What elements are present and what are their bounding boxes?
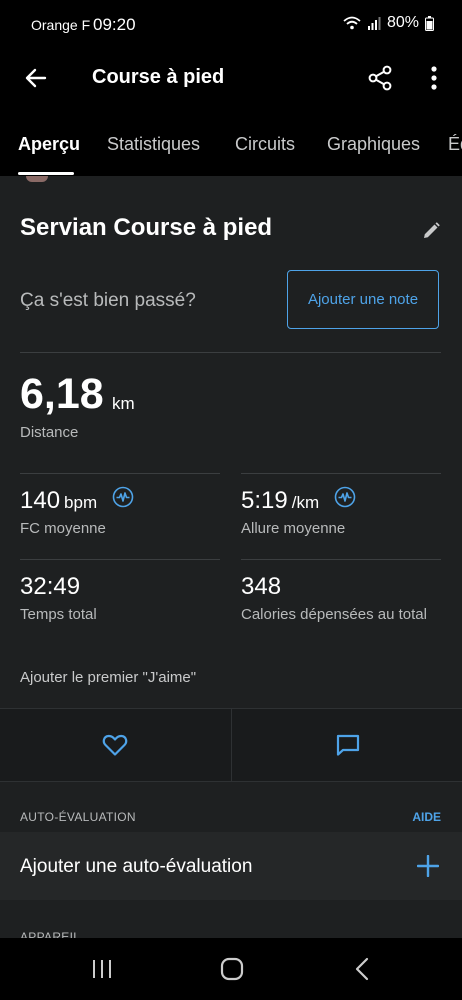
battery-icon	[425, 15, 434, 31]
avg-heart-rate-number: 140	[20, 487, 61, 514]
signal-icon	[367, 16, 381, 30]
divider	[241, 473, 441, 474]
pulse-icon	[334, 486, 356, 508]
comment-icon	[336, 734, 359, 756]
distance-unit: km	[112, 394, 135, 413]
feeling-question: Ça s'est bien passé?	[20, 290, 196, 311]
tab-apercu[interactable]: Aperçu	[18, 134, 80, 155]
like-button[interactable]	[0, 709, 230, 781]
self-evaluation-section-label: AUTO-ÉVALUATION	[20, 810, 136, 824]
system-back-button[interactable]	[350, 955, 374, 983]
status-bar: Orange F 09:20 80%	[0, 0, 462, 50]
more-vert-icon	[431, 66, 437, 90]
plus-icon	[417, 855, 439, 877]
avg-pace-value: 5:19/km	[241, 487, 319, 515]
map-preview	[26, 176, 48, 182]
avg-heart-rate-unit: bpm	[64, 493, 98, 512]
home-icon	[220, 957, 244, 981]
wifi-icon	[343, 16, 361, 30]
tab-graphiques[interactable]: Graphiques	[327, 134, 420, 155]
tab-statistiques[interactable]: Statistiques	[107, 134, 200, 155]
share-button[interactable]	[362, 60, 398, 96]
add-self-evaluation-label: Ajouter une auto-évaluation	[20, 856, 253, 877]
avg-pace-number: 5:19	[241, 487, 288, 514]
carrier-name: Orange F	[31, 17, 91, 33]
social-actions	[0, 708, 462, 782]
clock: 09:20	[93, 15, 136, 34]
add-self-evaluation-button[interactable]	[414, 852, 442, 880]
tab-circuits[interactable]: Circuits	[235, 134, 295, 155]
tab-bar: Aperçu Statistiques Circuits Graphiques …	[0, 106, 462, 176]
activity-title: Servian Course à pied	[20, 214, 273, 241]
add-self-evaluation-row[interactable]: Ajouter une auto-évaluation	[0, 832, 462, 900]
overview-content[interactable]: Servian Course à pied Ça s'est bien pass…	[0, 176, 462, 938]
calories-label: Calories dépensées au total	[241, 606, 427, 623]
recents-icon	[93, 960, 111, 978]
comment-button[interactable]	[231, 709, 462, 781]
divider	[20, 559, 220, 560]
pulse-icon	[112, 486, 134, 508]
distance-label: Distance	[20, 424, 79, 441]
divider	[241, 559, 441, 560]
divider	[20, 473, 220, 474]
help-link[interactable]: AIDE	[412, 810, 441, 824]
divider	[20, 352, 441, 353]
app-bar: Course à pied	[0, 50, 462, 106]
avg-pace-label: Allure moyenne	[241, 520, 346, 537]
total-time-label: Temps total	[20, 606, 97, 623]
like-prompt: Ajouter le premier "J'aime"	[20, 669, 197, 686]
share-icon	[368, 65, 392, 91]
back-button[interactable]	[18, 60, 54, 96]
chevron-left-icon	[355, 957, 369, 981]
back-arrow-icon	[25, 68, 47, 88]
calories-value: 348	[241, 573, 282, 600]
avg-heart-rate-label: FC moyenne	[20, 520, 106, 537]
status-icons: 80%	[343, 14, 434, 32]
recents-button[interactable]	[88, 956, 116, 982]
pencil-icon	[424, 222, 440, 238]
edit-title-button[interactable]	[418, 218, 444, 244]
avg-heart-rate-value: 140 bpm	[20, 487, 97, 515]
heart-icon	[102, 734, 128, 756]
total-time-value: 32:49	[20, 573, 81, 600]
add-note-button[interactable]: Ajouter une note	[287, 270, 439, 329]
home-button[interactable]	[218, 955, 246, 983]
active-tab-indicator	[18, 172, 74, 175]
system-nav-bar	[0, 938, 462, 1000]
device-section-label: APPAREIL	[20, 930, 81, 938]
avg-pace-unit: /km	[291, 493, 320, 512]
more-options-button[interactable]	[416, 60, 452, 96]
distance-value: 6,18	[20, 370, 104, 418]
screen: Orange F 09:20 80% Course à pied Aperçu …	[0, 0, 462, 1000]
page-title: Course à pied	[92, 66, 225, 88]
battery-level: 80%	[386, 14, 419, 31]
tab-equipement[interactable]: Éq	[448, 134, 462, 155]
